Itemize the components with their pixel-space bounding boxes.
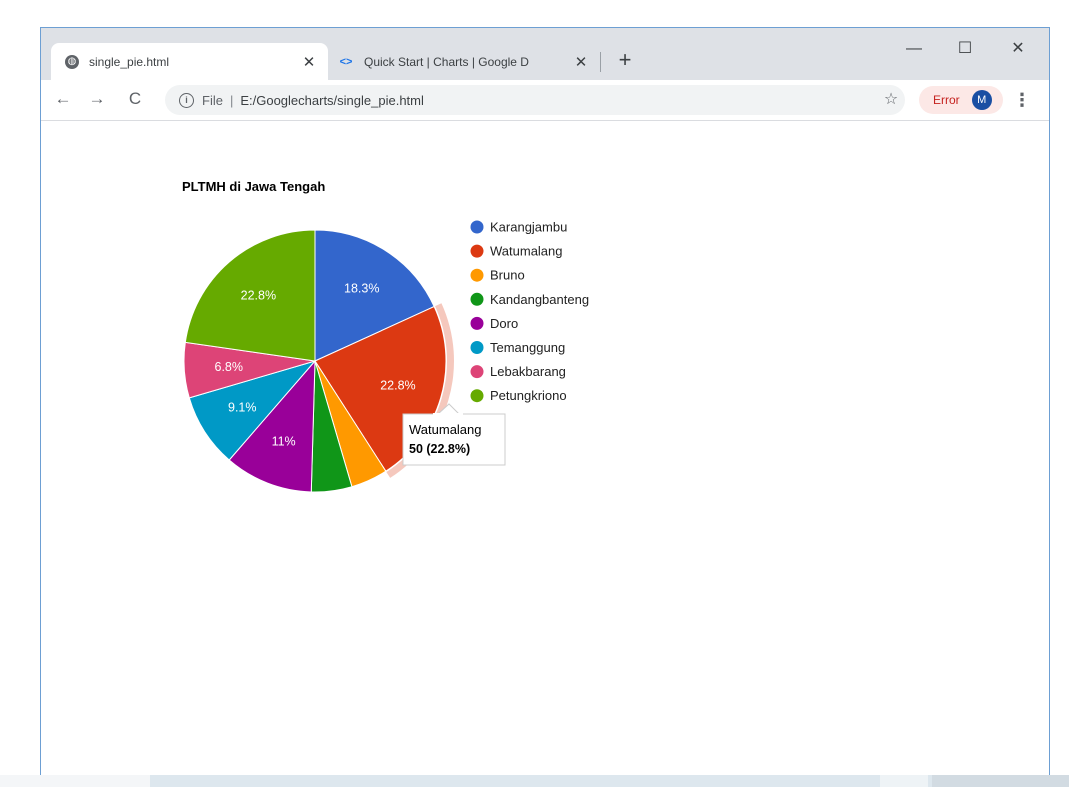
avatar: M [971, 90, 992, 110]
menu-button[interactable]: ⋮ [1009, 85, 1035, 115]
legend-swatch [470, 268, 484, 282]
globe-icon: ◍ [65, 54, 79, 69]
minimize-button[interactable]: — [899, 34, 929, 64]
tab-close-icon[interactable]: ✕ [572, 53, 590, 71]
slice-percent-label: 6.8% [215, 360, 244, 374]
new-tab-button[interactable]: + [613, 45, 637, 75]
scheme-label: File [202, 92, 223, 108]
address-bar[interactable]: i File | E:/Googlecharts/single_pie.html [165, 85, 905, 115]
info-icon[interactable]: i [179, 92, 194, 108]
slice-percent-label: 22.8% [380, 378, 415, 392]
legend-swatch [470, 244, 484, 258]
tab-close-icon[interactable]: ✕ [300, 53, 318, 71]
address-separator: | [229, 92, 234, 108]
slice-percent-label: 9.1% [228, 401, 256, 415]
google-dev-icon: <> [339, 55, 353, 68]
taskbar-segment [932, 775, 1069, 787]
slice-percent-label: 11% [272, 435, 296, 449]
taskbar-segment [880, 775, 928, 787]
legend-swatch [470, 220, 484, 234]
slice-percent-label: 18.3% [344, 281, 379, 295]
tooltip-name: Watumalang [409, 422, 482, 437]
tooltip-pointer-mask [433, 413, 463, 416]
legend-swatch [470, 341, 484, 354]
taskbar-segment [0, 775, 150, 787]
page-content: PLTMH di Jawa Tengah 18.3% 22.8% 11% 9.1% 6.… [41, 121, 1049, 787]
pie-chart: PLTMH di Jawa Tengah 18.3% 22.8% 11% 9.1% 6.… [182, 179, 589, 493]
browser-window: ◍ single_pie.html ✕ <> Quick Start | Cha… [40, 27, 1050, 787]
legend-label[interactable]: Karangjambu [490, 220, 567, 235]
window-close-button[interactable]: ✕ [1003, 34, 1033, 64]
legend-swatch [470, 292, 484, 306]
maximize-button[interactable]: ☐ [950, 34, 980, 64]
tab-title: single_pie.html [89, 54, 170, 69]
legend-label[interactable]: Kandangbanteng [490, 292, 589, 307]
tooltip-value: 50 (22.8%) [409, 442, 470, 456]
reload-button[interactable]: C [121, 85, 149, 113]
chart-title: PLTMH di Jawa Tengah [182, 179, 325, 194]
error-label: Error [933, 93, 960, 107]
title-bar: ◍ single_pie.html ✕ <> Quick Start | Cha… [41, 28, 1049, 80]
legend-label[interactable]: Petungkriono [490, 388, 567, 403]
legend-swatch [470, 316, 484, 330]
legend-label[interactable]: Temanggung [490, 340, 565, 355]
legend-label[interactable]: Watumalang [490, 244, 563, 259]
url-text: E:/Googlecharts/single_pie.html [240, 92, 424, 108]
bookmark-star-icon[interactable]: ☆ [877, 85, 905, 115]
tab-single-pie[interactable]: ◍ single_pie.html ✕ [51, 43, 328, 80]
forward-button[interactable]: → [83, 85, 111, 113]
back-button[interactable]: ← [49, 85, 77, 113]
legend-label[interactable]: Doro [490, 316, 518, 331]
tab-quick-start[interactable]: <> Quick Start | Charts | Google D ✕ [328, 43, 600, 80]
browser-toolbar: ← → C i File | E:/Googlecharts/single_pi… [41, 80, 1049, 121]
legend-label[interactable]: Bruno [490, 268, 525, 283]
legend-swatch [470, 365, 484, 379]
taskbar [0, 775, 1069, 787]
legend-label[interactable]: Lebakbarang [490, 364, 566, 379]
tab-separator [600, 52, 601, 72]
profile-error-button[interactable]: Error M [919, 86, 1003, 114]
tab-title: Quick Start | Charts | Google D [364, 54, 529, 69]
legend-swatch [470, 389, 484, 403]
slice-percent-label: 22.8% [241, 289, 276, 303]
